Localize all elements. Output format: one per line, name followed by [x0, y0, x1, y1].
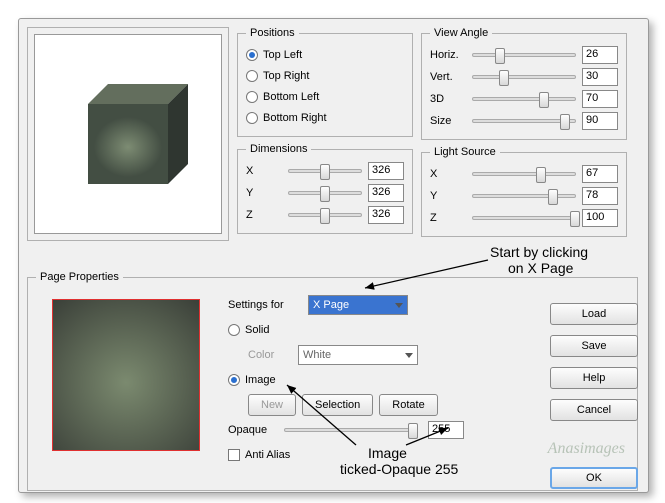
help-button[interactable]: Help — [550, 367, 638, 389]
light-group: Light Source X 67 Y 78 Z 100 — [421, 146, 627, 237]
cancel-button[interactable]: Cancel — [550, 399, 638, 421]
dim-z-slider[interactable] — [288, 213, 362, 217]
anti-alias-check[interactable]: Anti Alias — [228, 444, 508, 466]
chevron-down-icon — [405, 353, 413, 358]
viewangle-group: View Angle Horiz. 26 Vert. 30 3D 70 — [421, 27, 627, 140]
dimensions-legend: Dimensions — [246, 143, 311, 155]
rotate-button[interactable]: Rotate — [379, 394, 437, 416]
radio-icon — [246, 91, 258, 103]
checkbox-icon — [228, 449, 240, 461]
page-properties-legend: Page Properties — [36, 271, 123, 283]
radio-icon — [246, 112, 258, 124]
positions-group: Positions Top Left Top Right Bottom Left… — [237, 27, 413, 137]
cube-icon — [53, 59, 203, 209]
va-3d-slider[interactable] — [472, 97, 576, 101]
ls-x-slider[interactable] — [472, 172, 576, 176]
dim-x-label: X — [246, 165, 282, 177]
radio-icon — [246, 70, 258, 82]
va-horiz-label: Horiz. — [430, 49, 466, 61]
dim-x-row: X 326 — [246, 161, 404, 181]
ls-z-slider[interactable] — [472, 216, 576, 220]
settings-for-dropdown[interactable]: X Page — [308, 295, 408, 315]
va-vert-row: Vert. 30 — [430, 67, 618, 87]
preview-canvas — [34, 34, 222, 234]
opaque-slider[interactable] — [284, 428, 414, 432]
ls-x-label: X — [430, 168, 466, 180]
color-dropdown[interactable]: White — [298, 345, 418, 365]
radio-label: Top Left — [263, 49, 302, 61]
va-3d-label: 3D — [430, 93, 466, 105]
va-horiz-row: Horiz. 26 — [430, 45, 618, 65]
dim-x-slider[interactable] — [288, 169, 362, 173]
radio-icon — [228, 324, 240, 336]
radio-bottom-right[interactable]: Bottom Right — [246, 109, 404, 127]
ls-z-label: Z — [430, 212, 466, 224]
color-value: White — [303, 349, 331, 361]
page-properties-group: Page Properties Settings for X Page Soli… — [27, 271, 638, 491]
va-size-slider[interactable] — [472, 119, 576, 123]
radio-bottom-left[interactable]: Bottom Left — [246, 88, 404, 106]
va-vert-value[interactable]: 30 — [582, 68, 618, 86]
radio-label: Bottom Left — [263, 91, 319, 103]
opaque-label: Opaque — [228, 424, 278, 436]
page-swatch — [52, 299, 200, 451]
save-button[interactable]: Save — [550, 335, 638, 357]
va-size-value[interactable]: 90 — [582, 112, 618, 130]
settings-for-value: X Page — [313, 299, 349, 311]
radio-icon — [246, 49, 258, 61]
dim-z-label: Z — [246, 209, 282, 221]
radio-label: Top Right — [263, 70, 309, 82]
va-vert-slider[interactable] — [472, 75, 576, 79]
va-size-row: Size 90 — [430, 111, 618, 131]
ls-y-row: Y 78 — [430, 186, 618, 206]
cube-dialog: Positions Top Left Top Right Bottom Left… — [18, 18, 649, 493]
radio-label: Bottom Right — [263, 112, 327, 124]
radio-icon — [228, 374, 240, 386]
new-button[interactable]: New — [248, 394, 296, 416]
light-legend: Light Source — [430, 146, 500, 158]
va-horiz-slider[interactable] — [472, 53, 576, 57]
dim-z-row: Z 326 — [246, 205, 404, 225]
color-label: Color — [248, 349, 298, 361]
va-horiz-value[interactable]: 26 — [582, 46, 618, 64]
radio-image[interactable]: Image — [228, 369, 508, 391]
radio-top-left[interactable]: Top Left — [246, 46, 404, 64]
va-size-label: Size — [430, 115, 466, 127]
opaque-value[interactable]: 255 — [428, 421, 464, 439]
radio-solid[interactable]: Solid — [228, 319, 508, 341]
ls-x-row: X 67 — [430, 164, 618, 184]
dim-y-label: Y — [246, 187, 282, 199]
ls-x-value[interactable]: 67 — [582, 165, 618, 183]
dim-y-slider[interactable] — [288, 191, 362, 195]
va-vert-label: Vert. — [430, 71, 466, 83]
radio-top-right[interactable]: Top Right — [246, 67, 404, 85]
positions-legend: Positions — [246, 27, 299, 39]
ok-button[interactable]: OK — [550, 467, 638, 489]
selection-button[interactable]: Selection — [302, 394, 373, 416]
load-button[interactable]: Load — [550, 303, 638, 325]
dim-x-value[interactable]: 326 — [368, 162, 404, 180]
ls-y-slider[interactable] — [472, 194, 576, 198]
dim-y-value[interactable]: 326 — [368, 184, 404, 202]
viewangle-legend: View Angle — [430, 27, 492, 39]
va-3d-value[interactable]: 70 — [582, 90, 618, 108]
preview-box — [27, 27, 229, 241]
solid-label: Solid — [245, 324, 269, 336]
dim-z-value[interactable]: 326 — [368, 206, 404, 224]
ls-y-label: Y — [430, 190, 466, 202]
chevron-down-icon — [395, 303, 403, 308]
va-3d-row: 3D 70 — [430, 89, 618, 109]
ls-z-row: Z 100 — [430, 208, 618, 228]
anti-alias-label: Anti Alias — [245, 449, 290, 461]
image-label: Image — [245, 374, 276, 386]
ls-z-value[interactable]: 100 — [582, 209, 618, 227]
dim-y-row: Y 326 — [246, 183, 404, 203]
ls-y-value[interactable]: 78 — [582, 187, 618, 205]
dimensions-group: Dimensions X 326 Y 326 Z 326 — [237, 143, 413, 234]
settings-for-label: Settings for — [228, 299, 308, 311]
